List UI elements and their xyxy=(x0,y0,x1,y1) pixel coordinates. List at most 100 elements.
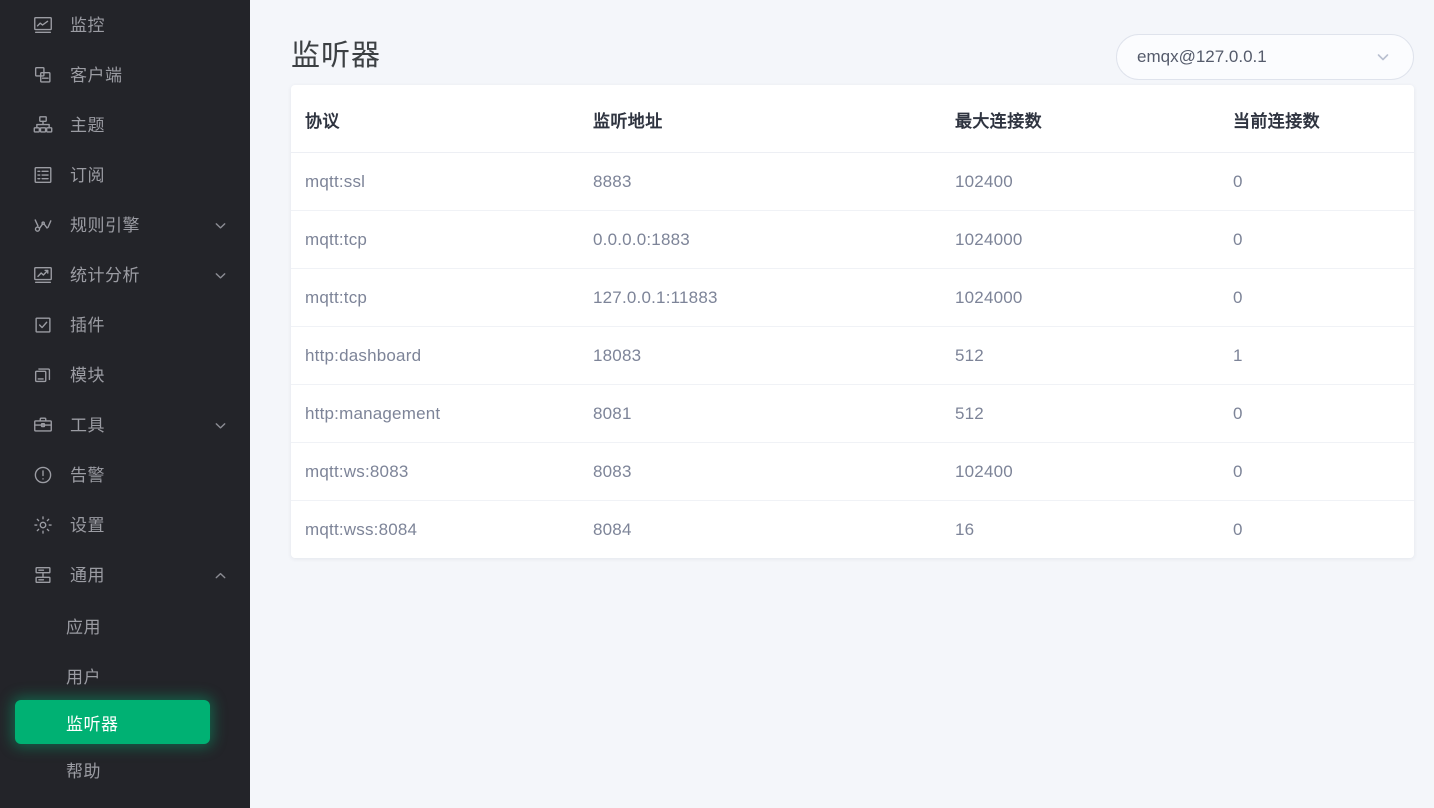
cell-max-conn: 16 xyxy=(955,520,975,539)
table-body: mqtt:ssl 8883 102400 0 mqtt:tcp 0.0.0.0:1883 1… xyxy=(291,152,1414,559)
no-caret xyxy=(212,367,228,383)
table-row: http:dashboard 18083 512 1 xyxy=(291,326,1414,385)
table-row: http:management 8081 512 0 xyxy=(291,384,1414,443)
page-title: 监听器 xyxy=(291,40,382,73)
column-header-address: 监听地址 xyxy=(593,85,955,153)
cell-max-conn: 102400 xyxy=(955,152,1233,211)
no-caret xyxy=(212,517,228,533)
sidebar-subitem-label: 监听器 xyxy=(66,714,119,734)
listeners-table-card: 协议 监听地址 最大连接数 当前连接数 mqtt:ssl 8883 102400 0 m… xyxy=(291,85,1414,558)
no-caret xyxy=(212,67,228,83)
sidebar-item-1[interactable]: 客户端 xyxy=(0,50,250,100)
column-header-current-conn: 当前连接数 xyxy=(1233,85,1414,153)
chevron-up-icon[interactable] xyxy=(212,567,228,583)
table-row: mqtt:ssl 8883 102400 0 xyxy=(291,152,1414,211)
sidebar-subitem-3[interactable]: 帮助 xyxy=(0,744,250,794)
sidebar-item-label: 统计分析 xyxy=(70,265,140,285)
page-header: 监听器 emqx@127.0.0.1 xyxy=(250,0,1434,85)
sidebar-item-4[interactable]: 规则引擎 xyxy=(0,200,250,250)
cell-protocol: mqtt:wss:8084 xyxy=(305,520,418,539)
sidebar-item-label: 订阅 xyxy=(70,165,105,185)
chevron-down-icon[interactable] xyxy=(212,267,228,283)
sidebar-item-6[interactable]: 插件 xyxy=(0,300,250,350)
cell-protocol: http:management xyxy=(291,384,593,443)
cell-address: 8883 xyxy=(593,152,955,211)
plugins-icon xyxy=(30,312,56,338)
cell-address: 8084 xyxy=(593,520,632,539)
sidebar-sub-list: 应用用户监听器帮助 xyxy=(0,600,250,794)
sidebar-item-11[interactable]: 通用 xyxy=(0,550,250,600)
sidebar-subitem-1[interactable]: 用户 xyxy=(0,650,250,700)
sidebar-item-label: 设置 xyxy=(70,515,105,535)
node-select[interactable]: emqx@127.0.0.1 xyxy=(1116,33,1414,80)
sidebar-item-7[interactable]: 模块 xyxy=(0,350,250,400)
chevron-down-icon xyxy=(1375,49,1391,65)
topics-icon xyxy=(30,112,56,138)
settings-icon xyxy=(30,512,56,538)
sidebar-subitem-0[interactable]: 应用 xyxy=(0,600,250,650)
modules-icon xyxy=(30,362,56,388)
sidebar-item-label: 规则引擎 xyxy=(70,215,140,235)
cell-current-conn: 0 xyxy=(1233,442,1414,501)
sidebar-subitem-label: 用户 xyxy=(66,667,101,687)
node-select-value: emqx@127.0.0.1 xyxy=(1137,46,1267,66)
sidebar-item-5[interactable]: 统计分析 xyxy=(0,250,250,300)
no-caret xyxy=(212,117,228,133)
cell-address: 0.0.0.0:1883 xyxy=(593,210,955,269)
sidebar-item-label: 通用 xyxy=(70,565,105,585)
sidebar-item-label: 监控 xyxy=(70,15,105,35)
table-row: mqtt:tcp 127.0.0.1:11883 1024000 0 xyxy=(291,268,1414,327)
tools-icon xyxy=(30,412,56,438)
sidebar-item-label: 客户端 xyxy=(70,65,123,85)
cell-protocol: mqtt:tcp xyxy=(291,268,593,327)
chevron-down-icon[interactable] xyxy=(212,217,228,233)
table-row: mqtt:tcp 0.0.0.0:1883 1024000 0 xyxy=(291,210,1414,269)
sidebar-item-3[interactable]: 订阅 xyxy=(0,150,250,200)
table-row: mqtt:wss:8084 8084 16 0 xyxy=(291,501,1414,559)
cell-current-conn: 0 xyxy=(1233,520,1243,539)
sidebar-subitem-2[interactable]: 监听器 xyxy=(15,700,210,744)
cell-address: 8081 xyxy=(593,384,955,443)
cell-current-conn: 0 xyxy=(1233,152,1414,211)
cell-current-conn: 0 xyxy=(1233,384,1414,443)
column-header-protocol: 协议 xyxy=(291,85,593,153)
rule-engine-icon xyxy=(30,212,56,238)
no-caret xyxy=(212,467,228,483)
analytics-icon xyxy=(30,262,56,288)
cell-protocol: mqtt:ws:8083 xyxy=(291,442,593,501)
sidebar-subitem-label: 应用 xyxy=(66,617,101,637)
cell-max-conn: 512 xyxy=(955,384,1233,443)
cell-address: 8083 xyxy=(593,442,955,501)
cell-max-conn: 1024000 xyxy=(955,210,1233,269)
sidebar-item-label: 告警 xyxy=(70,465,105,485)
cell-protocol: http:dashboard xyxy=(291,326,593,385)
sidebar-item-label: 主题 xyxy=(70,115,105,135)
no-caret xyxy=(212,17,228,33)
subscriptions-icon xyxy=(30,162,56,188)
sidebar-item-label: 工具 xyxy=(70,415,105,435)
cell-protocol: mqtt:ssl xyxy=(291,152,593,211)
sidebar-item-2[interactable]: 主题 xyxy=(0,100,250,150)
no-caret xyxy=(212,167,228,183)
table-row: mqtt:ws:8083 8083 102400 0 xyxy=(291,442,1414,501)
clients-icon xyxy=(30,62,56,88)
sidebar-item-0[interactable]: 监控 xyxy=(0,0,250,50)
listeners-table: 协议 监听地址 最大连接数 当前连接数 mqtt:ssl 8883 102400 0 m… xyxy=(291,85,1414,558)
sidebar-item-label: 模块 xyxy=(70,365,105,385)
general-icon xyxy=(30,562,56,588)
cell-address: 127.0.0.1:11883 xyxy=(593,268,955,327)
sidebar-item-label: 插件 xyxy=(70,315,105,335)
cell-address: 18083 xyxy=(593,326,955,385)
sidebar: 监控客户端主题订阅规则引擎统计分析插件模块工具告警设置通用 应用用户监听器帮助 xyxy=(0,0,250,808)
sidebar-item-8[interactable]: 工具 xyxy=(0,400,250,450)
main-content: 监听器 emqx@127.0.0.1 协议 监听地址 最大连接数 当前连接数 m… xyxy=(250,0,1434,808)
sidebar-item-10[interactable]: 设置 xyxy=(0,500,250,550)
chevron-down-icon[interactable] xyxy=(212,417,228,433)
cell-max-conn: 1024000 xyxy=(955,268,1233,327)
alarm-icon xyxy=(30,462,56,488)
cell-current-conn: 0 xyxy=(1233,268,1414,327)
sidebar-item-9[interactable]: 告警 xyxy=(0,450,250,500)
cell-max-conn: 512 xyxy=(955,326,1233,385)
sidebar-nav-list: 监控客户端主题订阅规则引擎统计分析插件模块工具告警设置通用 xyxy=(0,0,250,600)
no-caret xyxy=(212,317,228,333)
